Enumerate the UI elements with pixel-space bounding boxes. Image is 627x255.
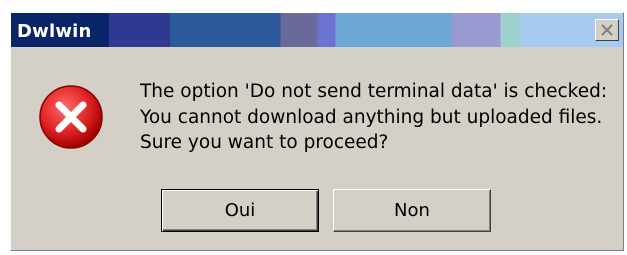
window-title: Dwlwin [17,21,92,42]
no-button-label: Non [394,200,430,221]
message-text: The option 'Do not send terminal data' i… [140,79,607,156]
message-dialog: Dwlwin The option 'Do not send terminal … [10,12,624,251]
close-icon [601,24,613,36]
message-line: Sure you want to proceed? [140,132,389,153]
message-line: You cannot download anything but uploade… [140,106,603,128]
title-bar[interactable]: Dwlwin [11,13,623,47]
close-button[interactable] [595,19,619,41]
yes-button[interactable]: Oui [161,189,319,232]
no-button[interactable]: Non [333,189,491,232]
message-line: The option 'Do not send terminal data' i… [140,81,608,102]
yes-button-label: Oui [224,200,256,221]
error-icon [39,85,103,149]
